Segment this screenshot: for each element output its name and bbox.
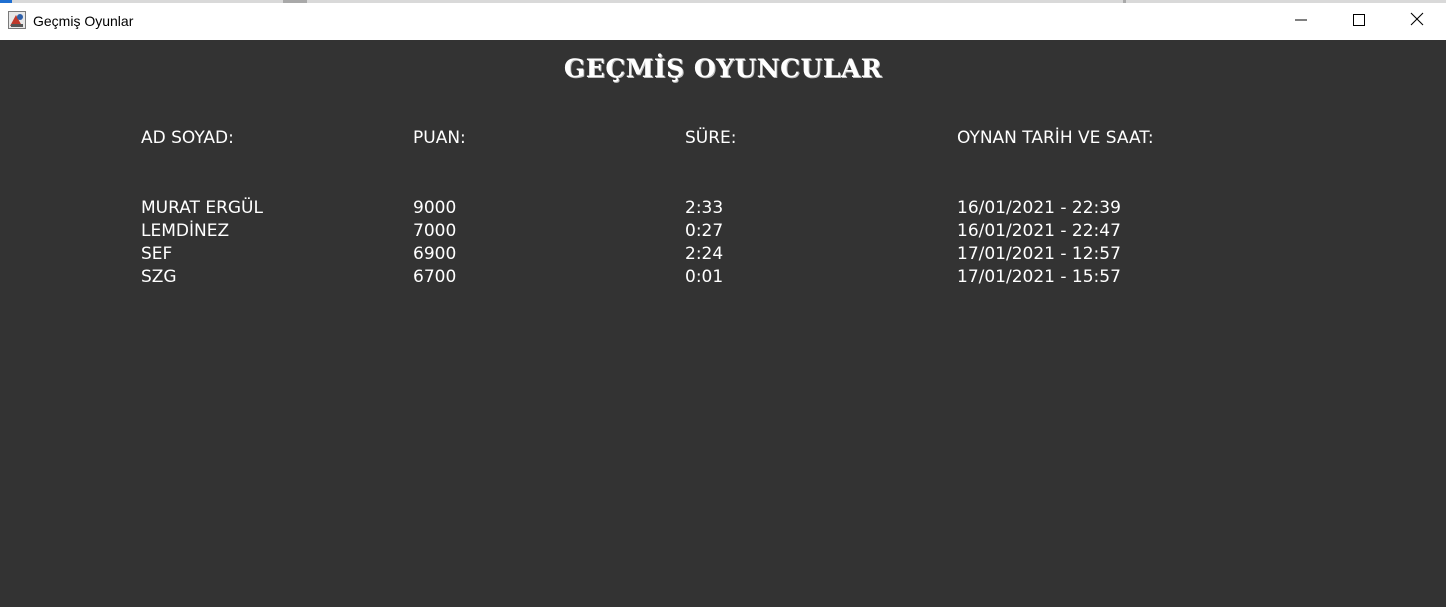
cell-datetime: 17/01/2021 - 12:57 bbox=[957, 244, 1121, 264]
minimize-icon bbox=[1295, 11, 1307, 30]
cell-datetime: 16/01/2021 - 22:39 bbox=[957, 198, 1121, 218]
cell-duration: 2:24 bbox=[685, 244, 724, 264]
taskbar-segment bbox=[0, 0, 12, 3]
close-icon bbox=[1410, 11, 1424, 30]
cell-datetime: 17/01/2021 - 15:57 bbox=[957, 267, 1121, 287]
taskbar-segment bbox=[283, 0, 307, 3]
taskbar-segment bbox=[1123, 0, 1126, 3]
cell-duration: 0:01 bbox=[685, 267, 724, 287]
page-title: GEÇMİŞ OYUNCULAR bbox=[563, 54, 883, 83]
window-title: Geçmiş Oyunlar bbox=[33, 13, 134, 29]
cell-name: SEF bbox=[141, 244, 173, 264]
cell-name: SZG bbox=[141, 267, 177, 287]
cell-score: 6700 bbox=[413, 267, 457, 287]
main-panel: GEÇMİŞ OYUNCULAR AD SOYAD: PUAN: SÜRE: O… bbox=[0, 40, 1446, 607]
column-header-duration: SÜRE: bbox=[685, 128, 737, 148]
column-header-name: AD SOYAD: bbox=[141, 128, 234, 148]
column-header-datetime: OYNAN TARİH VE SAAT: bbox=[957, 128, 1154, 148]
maximize-icon bbox=[1353, 11, 1365, 30]
app-icon[interactable] bbox=[8, 11, 26, 29]
taskbar-strip bbox=[0, 0, 1446, 3]
cell-name: MURAT ERGÜL bbox=[141, 198, 263, 218]
window-titlebar[interactable]: Geçmiş Oyunlar bbox=[0, 0, 1446, 40]
cell-duration: 0:27 bbox=[685, 221, 724, 241]
cell-score: 6900 bbox=[413, 244, 457, 264]
cell-score: 7000 bbox=[413, 221, 457, 241]
close-button[interactable] bbox=[1388, 0, 1446, 40]
column-header-score: PUAN: bbox=[413, 128, 466, 148]
cell-name: LEMDİNEZ bbox=[141, 221, 230, 241]
maximize-button[interactable] bbox=[1330, 0, 1388, 40]
cell-duration: 2:33 bbox=[685, 198, 724, 218]
minimize-button[interactable] bbox=[1272, 0, 1330, 40]
cell-score: 9000 bbox=[413, 198, 457, 218]
cell-datetime: 16/01/2021 - 22:47 bbox=[957, 221, 1121, 241]
